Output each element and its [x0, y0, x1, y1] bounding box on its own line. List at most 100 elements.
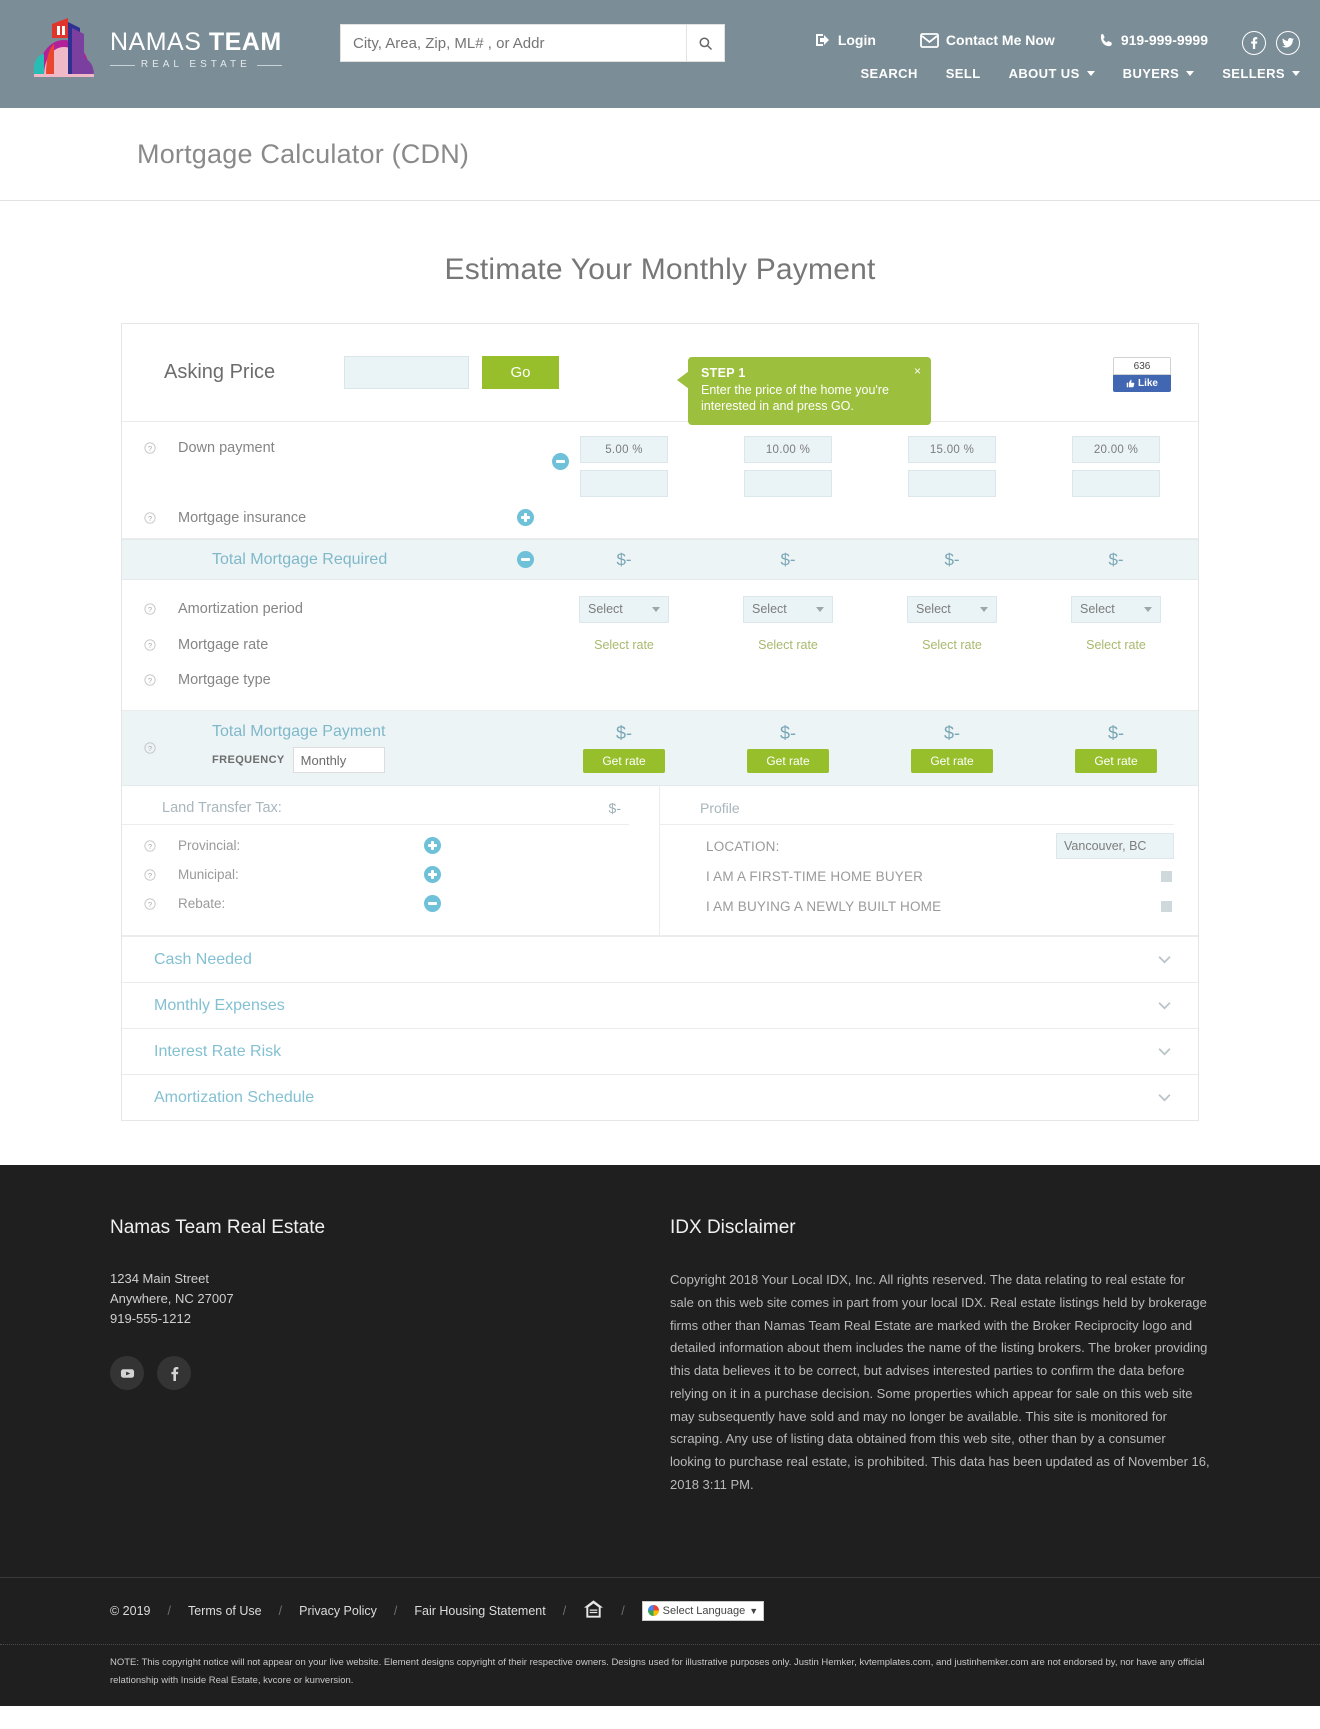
down-payment-amount-1[interactable]	[580, 470, 668, 497]
amortization-select-4[interactable]: Select	[1071, 595, 1161, 623]
header-search[interactable]	[340, 24, 725, 62]
login-link[interactable]: Login	[815, 32, 876, 48]
amortization-select-2[interactable]: Select	[743, 595, 833, 623]
chevron-down-icon	[1158, 956, 1171, 964]
footer-company-heading: Namas Team Real Estate	[110, 1217, 326, 1238]
land-transfer-tax-value: $-	[608, 800, 621, 816]
get-rate-button-2[interactable]: Get rate	[747, 749, 829, 773]
down-payment-percent-1[interactable]: 5.00 %	[580, 436, 668, 463]
municipal-label: Municipal:	[178, 867, 239, 882]
select-value: Select	[588, 602, 623, 616]
mortgage-type-help-icon[interactable]: ?	[122, 674, 178, 686]
provincial-help-icon[interactable]: ?	[122, 839, 178, 852]
chevron-down-icon	[816, 606, 824, 612]
mortgage-rate-row: ? Mortgage rate Select rate Select rate …	[122, 627, 1198, 663]
asking-price-label: Asking Price	[164, 361, 276, 383]
twitter-link[interactable]	[1276, 31, 1300, 55]
amortization-select-3[interactable]: Select	[907, 595, 997, 623]
mortgage-type-label: Mortgage type	[178, 672, 271, 688]
nav-item-buyers[interactable]: BUYERS	[1123, 66, 1195, 81]
page-title: Mortgage Calculator (CDN)	[137, 138, 470, 169]
contact-link[interactable]: Contact Me Now	[920, 32, 1055, 48]
mortgage-insurance-help-icon[interactable]: ?	[122, 511, 178, 524]
accordion-label: Monthly Expenses	[154, 996, 285, 1014]
search-button[interactable]	[686, 25, 724, 61]
footer-youtube-link[interactable]	[110, 1356, 144, 1391]
location-select[interactable]: Vancouver, BC	[1056, 833, 1174, 859]
frequency-select[interactable]: Monthly	[292, 747, 385, 773]
footer-link-fair-housing-statement[interactable]: Fair Housing Statement	[414, 1604, 545, 1618]
mortgage-rate-help-icon[interactable]: ?	[122, 639, 178, 651]
mortgage-rate-value-2[interactable]: Select rate	[758, 638, 818, 652]
get-rate-button-1[interactable]: Get rate	[583, 749, 665, 773]
asking-price-input[interactable]	[344, 356, 469, 389]
twitter-icon	[1282, 37, 1294, 48]
rebate-help-icon[interactable]: ?	[122, 897, 178, 910]
down-payment-collapse-toggle[interactable]	[552, 453, 569, 470]
phone-icon	[1100, 33, 1112, 46]
down-payment-percent-4[interactable]: 20.00 %	[1072, 436, 1160, 463]
rebate-collapse-toggle[interactable]	[424, 895, 441, 912]
frequency-value: Monthly	[300, 752, 347, 768]
tooltip-step: STEP 1	[701, 366, 746, 380]
google-icon	[647, 1605, 659, 1616]
footer-link-terms-of-use[interactable]: Terms of Use	[188, 1604, 262, 1618]
chevron-down-icon	[1086, 71, 1095, 76]
total-payment-help-icon[interactable]: ?	[122, 742, 178, 754]
down-payment-percent-3[interactable]: 15.00 %	[908, 436, 996, 463]
first-time-buyer-checkbox[interactable]	[1161, 870, 1172, 882]
svg-text:?: ?	[148, 676, 152, 685]
provincial-expand-toggle[interactable]	[424, 837, 441, 854]
newly-built-checkbox[interactable]	[1161, 900, 1172, 912]
profile-panel: Profile LOCATION: Vancouver, BC I AM A F…	[660, 786, 1198, 935]
select-value: Select	[916, 602, 951, 616]
divider: /	[621, 1603, 625, 1618]
accordion-interest-rate-risk[interactable]: Interest Rate Risk	[122, 1028, 1198, 1074]
down-payment-help-icon[interactable]: ?	[122, 436, 178, 497]
nav-item-search[interactable]: SEARCH	[860, 66, 917, 81]
total-mortgage-required-value-2: $-	[780, 549, 796, 569]
facebook-like-label: Like	[1137, 378, 1158, 389]
tooltip-close-icon[interactable]: ×	[914, 364, 921, 378]
total-payment-value-4: $-	[1107, 723, 1124, 743]
chevron-down-icon	[1186, 71, 1195, 76]
phone-link[interactable]: 919-999-9999	[1099, 32, 1208, 48]
site-logo[interactable]: NAMAS TEAM REAL ESTATE	[20, 14, 320, 86]
login-icon	[815, 34, 829, 46]
nav-item-about-us[interactable]: ABOUT US	[1009, 66, 1095, 81]
amortization-help-icon[interactable]: ?	[122, 603, 178, 615]
nav-item-sell[interactable]: SELL	[946, 66, 981, 81]
amortization-select-1[interactable]: Select	[579, 595, 669, 623]
down-payment-amount-2[interactable]	[744, 470, 832, 497]
down-payment-percent-2[interactable]: 10.00 %	[744, 436, 832, 463]
facebook-icon	[170, 1366, 178, 1381]
chevron-down-icon	[1158, 1002, 1171, 1010]
ltt-row-provincial: ? Provincial:	[122, 831, 629, 860]
get-rate-button-4[interactable]: Get rate	[1075, 749, 1157, 773]
go-button[interactable]: Go	[482, 356, 559, 389]
total-mortgage-required-toggle[interactable]	[517, 551, 534, 568]
municipal-expand-toggle[interactable]	[424, 866, 441, 883]
down-payment-amount-3[interactable]	[908, 470, 996, 497]
accordion-monthly-expenses[interactable]: Monthly Expenses	[122, 982, 1198, 1028]
mortgage-rate-value-3[interactable]: Select rate	[922, 638, 982, 652]
accordion-amortization-schedule[interactable]: Amortization Schedule	[122, 1074, 1198, 1120]
facebook-like-button[interactable]: Like	[1113, 375, 1171, 392]
mortgage-rate-value-1[interactable]: Select rate	[594, 638, 654, 652]
logo-tagline: REAL ESTATE	[110, 60, 282, 70]
footer-link-privacy-policy[interactable]: Privacy Policy	[299, 1604, 377, 1618]
google-translate-widget[interactable]: Select Language ▼	[641, 1600, 765, 1621]
footer-facebook-link[interactable]	[157, 1356, 191, 1391]
facebook-link[interactable]	[1242, 31, 1266, 55]
search-input[interactable]	[341, 25, 686, 61]
mortgage-rate-value-4[interactable]: Select rate	[1086, 638, 1146, 652]
mortgage-insurance-expand-toggle[interactable]	[517, 509, 534, 526]
municipal-help-icon[interactable]: ?	[122, 868, 178, 881]
get-rate-button-3[interactable]: Get rate	[911, 749, 993, 773]
site-footer: Namas Team Real Estate 1234 Main Street …	[0, 1165, 1320, 1706]
accordion-cash-needed[interactable]: Cash Needed	[122, 936, 1198, 982]
divider: /	[562, 1603, 567, 1618]
profile-first-time-buyer-row: I AM A FIRST-TIME HOME BUYER	[660, 861, 1174, 891]
down-payment-amount-4[interactable]	[1072, 470, 1160, 497]
nav-item-sellers[interactable]: SELLERS	[1222, 66, 1300, 81]
